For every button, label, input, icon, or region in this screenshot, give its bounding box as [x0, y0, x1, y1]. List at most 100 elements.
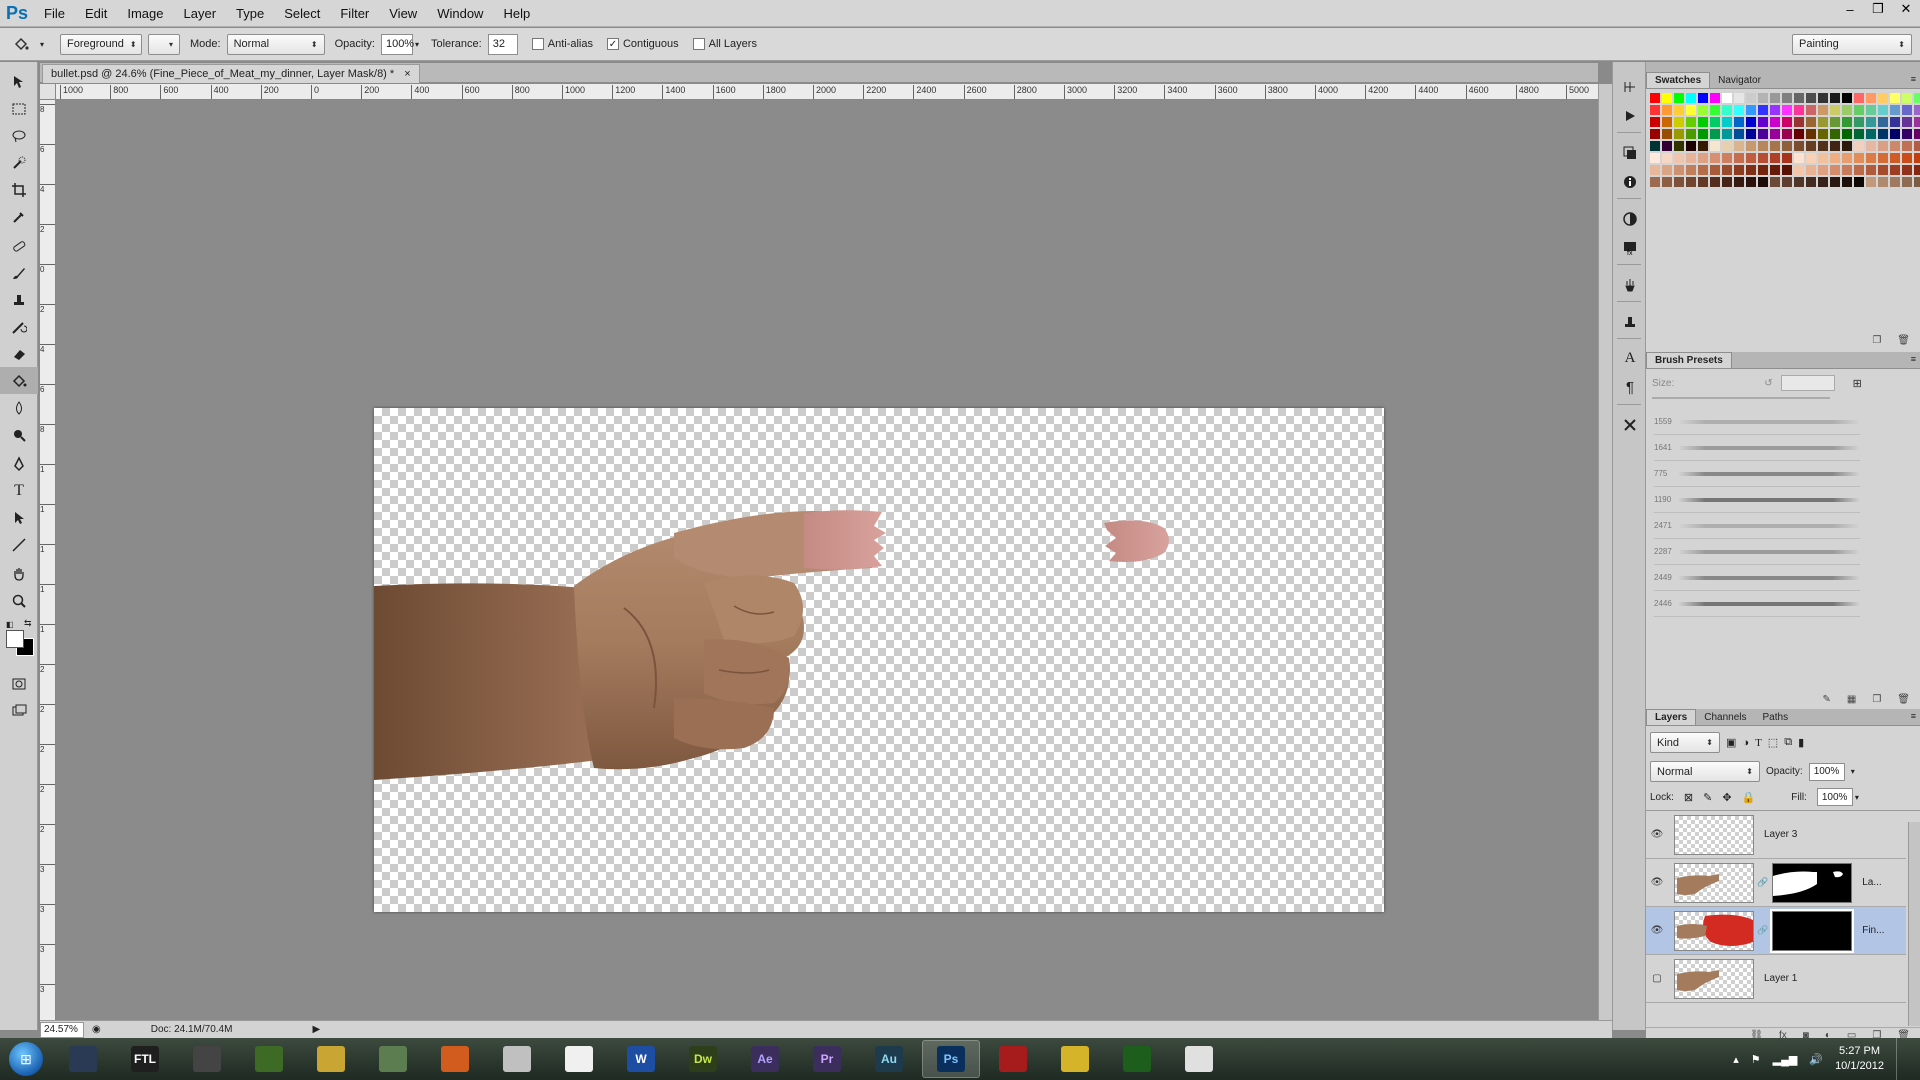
- taskbar-app-button[interactable]: FTL: [116, 1040, 174, 1078]
- menu-layer[interactable]: Layer: [174, 6, 227, 21]
- color-swatch[interactable]: [1686, 153, 1696, 163]
- color-swatch[interactable]: [1902, 165, 1912, 175]
- color-swatch[interactable]: [1758, 117, 1768, 127]
- color-swatch[interactable]: [1842, 153, 1852, 163]
- color-swatch[interactable]: [1710, 153, 1720, 163]
- layer-name[interactable]: La...: [1862, 877, 1881, 888]
- color-swatch[interactable]: [1782, 141, 1792, 151]
- brush-panel-toggle-icon[interactable]: ⊞: [1853, 377, 1862, 390]
- color-swatch[interactable]: [1866, 105, 1876, 115]
- color-swatch[interactable]: [1710, 117, 1720, 127]
- brush-size-slider[interactable]: [1652, 397, 1830, 399]
- color-swatch[interactable]: [1878, 117, 1888, 127]
- paragraph-panel-icon[interactable]: ¶: [1613, 373, 1647, 402]
- menu-file[interactable]: File: [34, 6, 75, 21]
- brush-preset-item[interactable]: 1641: [1654, 435, 1860, 461]
- color-swatch[interactable]: [1914, 117, 1920, 127]
- color-swatch[interactable]: [1794, 177, 1804, 187]
- minimize-button[interactable]: –: [1836, 0, 1864, 18]
- color-swatch[interactable]: [1758, 105, 1768, 115]
- taskbar-app-button[interactable]: Ps: [922, 1040, 980, 1078]
- brush-preset-item[interactable]: 1559: [1654, 409, 1860, 435]
- info-panel-icon[interactable]: [1613, 167, 1647, 196]
- menu-filter[interactable]: Filter: [330, 6, 379, 21]
- color-swatch[interactable]: [1902, 129, 1912, 139]
- brush-preset-item[interactable]: 2287: [1654, 539, 1860, 565]
- color-swatch[interactable]: [1782, 177, 1792, 187]
- vertical-ruler[interactable]: 8 6 4 2 0 2 4 6 8 1 1 1 1 1 2 2 2 2 2 3 3 3 3: [40, 100, 56, 1020]
- show-desktop-button[interactable]: [1896, 1038, 1906, 1080]
- color-swatch[interactable]: [1842, 177, 1852, 187]
- color-swatch[interactable]: [1734, 129, 1744, 139]
- color-swatch[interactable]: [1770, 177, 1780, 187]
- color-swatch[interactable]: [1830, 129, 1840, 139]
- taskbar-app-button[interactable]: [426, 1040, 484, 1078]
- character-panel-icon[interactable]: A: [1613, 344, 1647, 373]
- color-swatch[interactable]: [1722, 129, 1732, 139]
- color-swatch[interactable]: [1770, 93, 1780, 103]
- brush-preset-item[interactable]: 775: [1654, 461, 1860, 487]
- layer-comps-icon[interactable]: [1613, 138, 1647, 167]
- taskbar-app-button[interactable]: [240, 1040, 298, 1078]
- color-swatch[interactable]: [1842, 165, 1852, 175]
- color-swatch[interactable]: [1662, 153, 1672, 163]
- color-swatch[interactable]: [1782, 129, 1792, 139]
- eraser-tool-icon[interactable]: [0, 340, 38, 367]
- status-icon[interactable]: ◉: [92, 1024, 101, 1035]
- color-swatch[interactable]: [1902, 177, 1912, 187]
- history-panel-icon[interactable]: [1613, 72, 1647, 101]
- color-swatch[interactable]: [1902, 141, 1912, 151]
- opacity-dropdown-arrow[interactable]: ▾: [415, 40, 419, 49]
- clock[interactable]: 5:27 PM 10/1/2012: [1835, 1044, 1884, 1074]
- color-swatch[interactable]: [1662, 165, 1672, 175]
- color-swatch[interactable]: [1854, 117, 1864, 127]
- color-swatch[interactable]: [1794, 129, 1804, 139]
- color-swatch[interactable]: [1698, 117, 1708, 127]
- layer-blend-mode-select[interactable]: Normal ⬍: [1650, 761, 1760, 782]
- color-swatch[interactable]: [1902, 93, 1912, 103]
- opacity-input[interactable]: 100%: [380, 33, 414, 55]
- color-swatch[interactable]: [1710, 141, 1720, 151]
- color-swatch[interactable]: [1698, 153, 1708, 163]
- color-swatch[interactable]: [1758, 153, 1768, 163]
- color-swatch[interactable]: [1782, 165, 1792, 175]
- color-swatch[interactable]: [1674, 117, 1684, 127]
- mask-link-icon[interactable]: 🔗: [1757, 925, 1768, 936]
- color-swatch[interactable]: [1914, 105, 1920, 115]
- paint-bucket-tool-icon[interactable]: [0, 367, 38, 394]
- color-swatch[interactable]: [1806, 117, 1816, 127]
- lasso-tool-icon[interactable]: [0, 122, 38, 149]
- taskbar-app-button[interactable]: Au: [860, 1040, 918, 1078]
- tool-presets-icon[interactable]: [1613, 410, 1647, 439]
- taskbar-app-button[interactable]: [984, 1040, 1042, 1078]
- color-swatch[interactable]: [1758, 165, 1768, 175]
- color-swatch[interactable]: [1722, 105, 1732, 115]
- color-swatch[interactable]: [1770, 105, 1780, 115]
- color-swatch[interactable]: [1794, 141, 1804, 151]
- color-swatch[interactable]: [1794, 93, 1804, 103]
- color-swatch[interactable]: [1818, 105, 1828, 115]
- color-swatch[interactable]: [1746, 117, 1756, 127]
- taskbar-app-button[interactable]: [302, 1040, 360, 1078]
- tab-navigator[interactable]: Navigator: [1710, 72, 1769, 88]
- color-swatch[interactable]: [1722, 153, 1732, 163]
- lock-position-icon[interactable]: ✥: [1722, 791, 1731, 804]
- brush-presets-menu-icon[interactable]: ≡: [1911, 354, 1916, 364]
- color-swatch[interactable]: [1866, 129, 1876, 139]
- taskbar-app-button[interactable]: Dw: [674, 1040, 732, 1078]
- color-swatch[interactable]: [1734, 117, 1744, 127]
- layers-panel-menu-icon[interactable]: ≡: [1911, 711, 1916, 721]
- color-swatch[interactable]: [1650, 129, 1660, 139]
- contiguous-checkbox[interactable]: ✓: [606, 38, 619, 50]
- color-swatch[interactable]: [1734, 177, 1744, 187]
- layer-visibility-icon[interactable]: 👁: [1646, 829, 1668, 840]
- color-swatch[interactable]: [1854, 93, 1864, 103]
- menu-type[interactable]: Type: [226, 6, 274, 21]
- new-brush-icon[interactable]: ❐: [1872, 694, 1881, 705]
- color-swatch[interactable]: [1770, 153, 1780, 163]
- color-swatch[interactable]: [1818, 165, 1828, 175]
- layer-opacity-arrow[interactable]: ▾: [1851, 767, 1855, 776]
- color-swatch[interactable]: [1674, 93, 1684, 103]
- color-swatch[interactable]: [1662, 177, 1672, 187]
- all-layers-option[interactable]: All Layers: [692, 38, 757, 50]
